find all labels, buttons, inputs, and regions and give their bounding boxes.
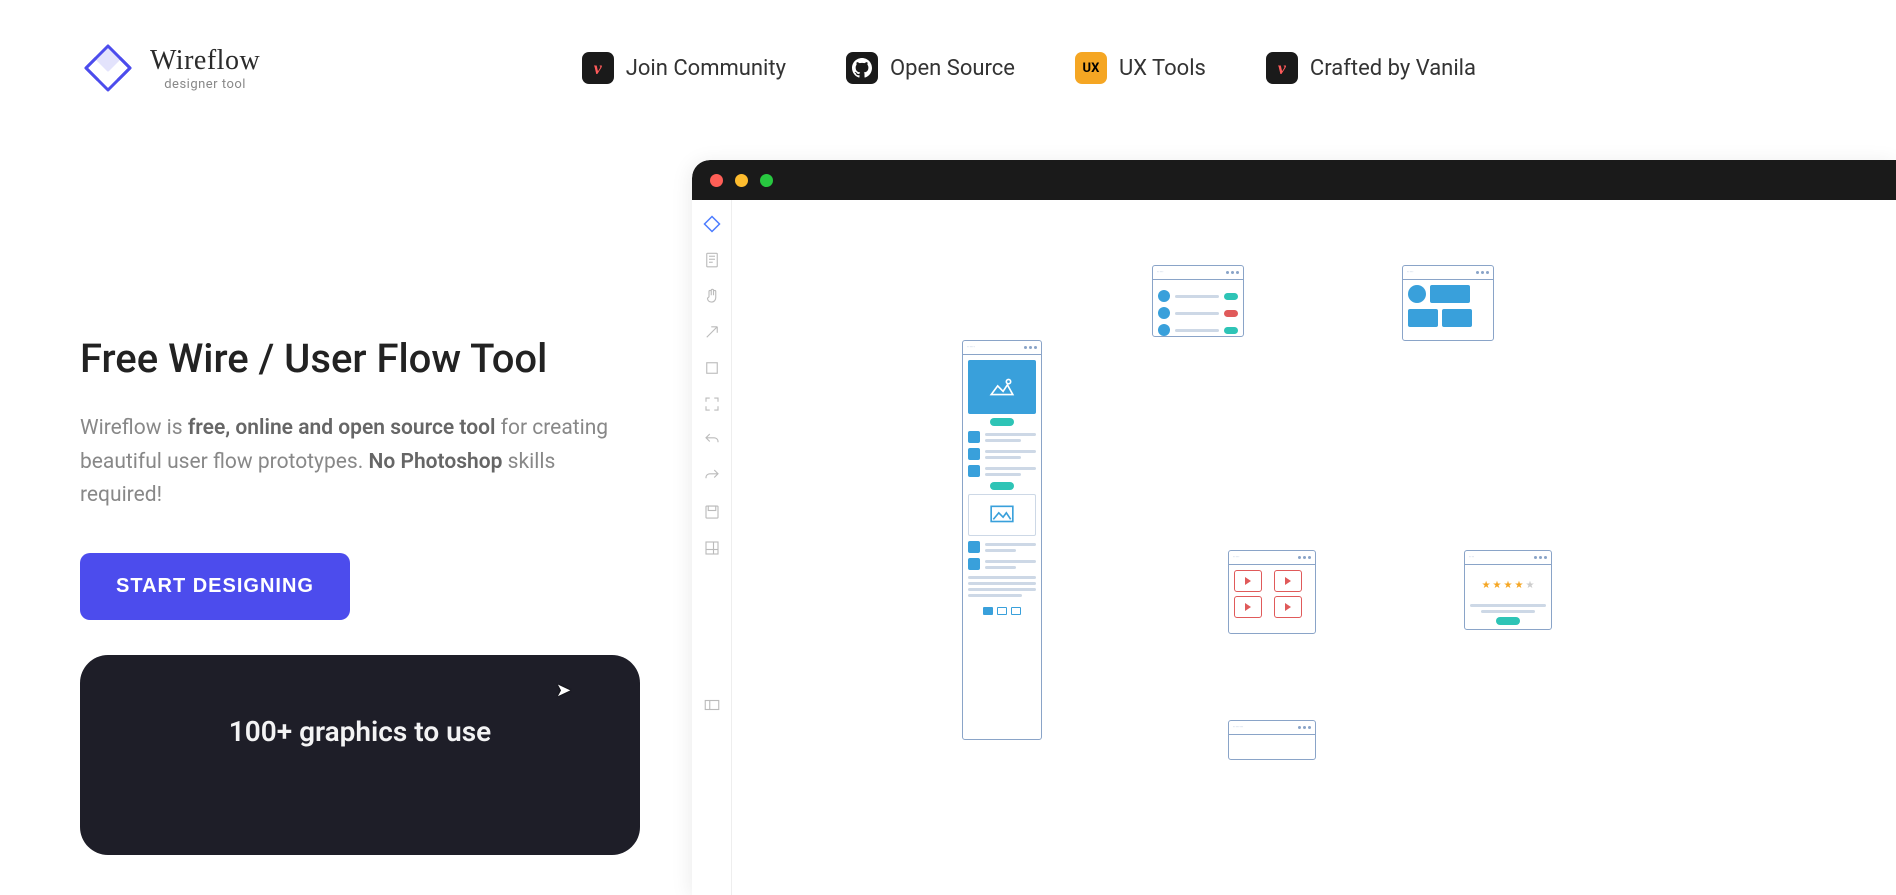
hero-section: Free Wire / User Flow Tool Wireflow is f… [80, 335, 640, 620]
tool-sidebar [692, 200, 732, 895]
wireframe-titlebar: ····· [1403, 266, 1493, 280]
wireframe-titlebar: ···· [1465, 551, 1551, 565]
wireframe-card[interactable]: ····· [1402, 265, 1494, 341]
wireframe-card[interactable]: ····· [1228, 550, 1316, 634]
wireflow-logo-icon [80, 40, 136, 96]
nav-label: UX Tools [1119, 56, 1206, 81]
vanila-icon: v [582, 52, 614, 84]
header: Wireflow designer tool v Join Community … [0, 0, 1896, 96]
main-nav: v Join Community Open Source UX UX Tools… [582, 52, 1476, 84]
feature-title: 100+ graphics to use [130, 715, 590, 748]
tool-undo-icon[interactable] [702, 430, 722, 450]
wireframe-titlebar: ······ [963, 341, 1041, 355]
feature-card: 100+ graphics to use [80, 655, 640, 855]
canvas[interactable]: ······ [692, 200, 1896, 895]
logo-title: Wireflow [150, 45, 260, 77]
nav-label: Join Community [626, 56, 786, 81]
start-designing-button[interactable]: START DESIGNING [80, 553, 350, 620]
tool-frame-icon[interactable] [702, 358, 722, 378]
hero-title: Free Wire / User Flow Tool [80, 335, 640, 382]
nav-crafted-by-vanila[interactable]: v Crafted by Vanila [1266, 52, 1476, 84]
tool-hand-icon[interactable] [702, 286, 722, 306]
window-titlebar [692, 160, 1896, 200]
connector-lines [732, 200, 1032, 350]
github-icon [846, 52, 878, 84]
tool-panel-icon[interactable] [702, 695, 722, 715]
logo[interactable]: Wireflow designer tool [80, 40, 260, 96]
star-rating: ★★★★★ [1470, 570, 1546, 601]
nav-label: Open Source [890, 56, 1015, 81]
nav-join-community[interactable]: v Join Community [582, 52, 786, 84]
wireframe-card[interactable]: ···· ★★★★★ [1464, 550, 1552, 630]
hero-description: Wireflow is free, online and open source… [80, 412, 640, 513]
wireframe-titlebar: ····· [1153, 266, 1243, 280]
wireframe-card[interactable]: ······ [962, 340, 1042, 740]
wireframe-card[interactable]: ········ [1228, 720, 1316, 760]
tool-redo-icon[interactable] [702, 466, 722, 486]
traffic-minimize-icon [735, 174, 748, 187]
traffic-maximize-icon [760, 174, 773, 187]
hero-text-bold: No Photoshop [369, 450, 503, 474]
wireframe-card[interactable]: ····· [1152, 265, 1244, 337]
nav-open-source[interactable]: Open Source [846, 52, 1015, 84]
app-preview-window: ······ [692, 160, 1896, 895]
tool-logo-icon[interactable] [702, 214, 722, 234]
nav-ux-tools[interactable]: UX UX Tools [1075, 52, 1206, 84]
traffic-close-icon [710, 174, 723, 187]
tool-fullscreen-icon[interactable] [702, 394, 722, 414]
logo-subtitle: designer tool [150, 77, 260, 92]
tool-save-icon[interactable] [702, 502, 722, 522]
vanila-icon: v [1266, 52, 1298, 84]
wireframe-titlebar: ········ [1229, 721, 1315, 735]
wireframe-titlebar: ····· [1229, 551, 1315, 565]
ux-icon: UX [1075, 52, 1107, 84]
tool-page-icon[interactable] [702, 250, 722, 270]
logo-text: Wireflow designer tool [150, 45, 260, 92]
tool-grid-icon[interactable] [702, 538, 722, 558]
tool-arrow-icon[interactable] [702, 322, 722, 342]
nav-label: Crafted by Vanila [1310, 56, 1476, 81]
hero-text-fragment: Wireflow is [80, 416, 188, 440]
wireframe-hero-block [968, 360, 1036, 414]
hero-text-bold: free, online and open source tool [188, 416, 496, 440]
